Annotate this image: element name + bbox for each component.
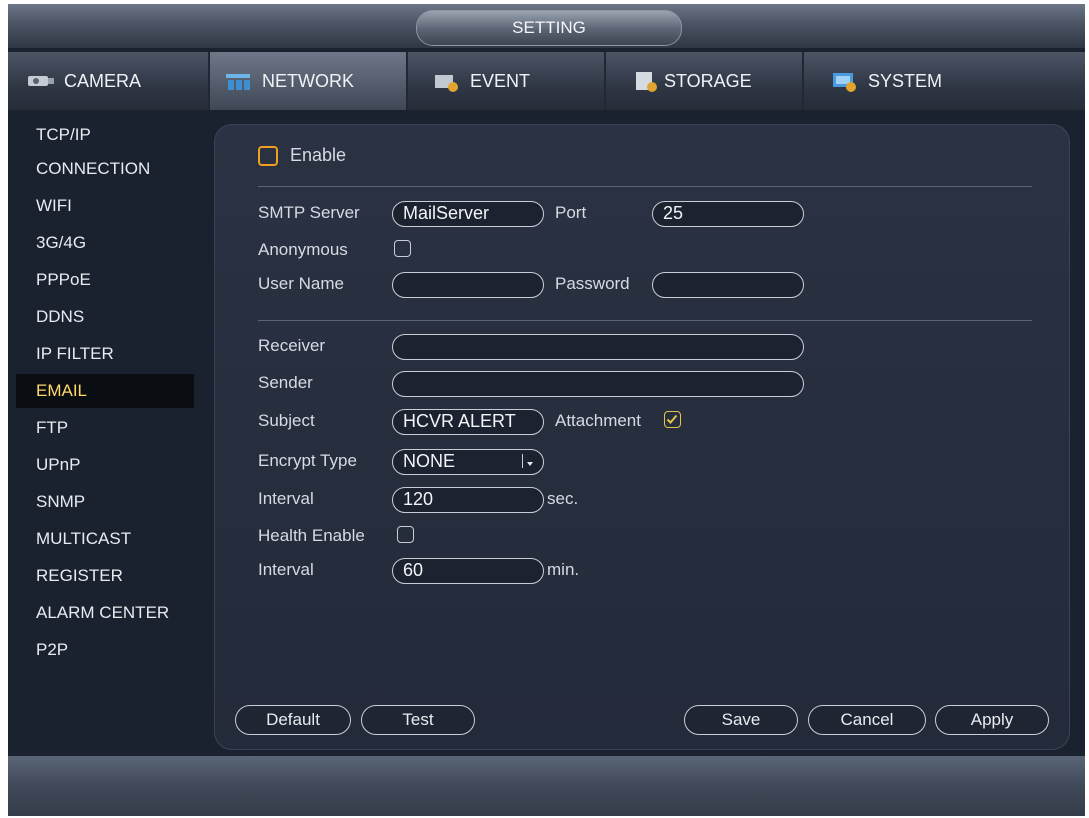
encrypt-type-label: Encrypt Type [258,451,357,470]
port-field[interactable]: 25 [652,201,804,227]
tab-network-label: NETWORK [262,70,354,91]
smtp-server-label: SMTP Server [258,203,360,222]
network-icon [224,68,254,94]
sidebar-item-3g4g[interactable]: 3G/4G [16,226,194,260]
interval-unit: sec. [547,489,579,508]
username-label: User Name [258,274,344,293]
attachment-label: Attachment [555,411,641,430]
sender-label: Sender [258,373,313,392]
sidebar-item-ftp[interactable]: FTP [16,411,194,445]
enable-label: Enable [290,145,347,165]
status-bar [8,756,1085,816]
tab-storage-label: STORAGE [664,70,752,91]
attachment-checkbox[interactable] [664,411,681,428]
tab-camera-label: CAMERA [64,70,142,91]
tab-camera[interactable]: CAMERA [26,52,206,110]
receiver-label: Receiver [258,336,326,355]
sidebar: TCP/IP CONNECTION WIFI 3G/4G PPPoE DDNS … [16,116,200,756]
apply-button[interactable]: Apply [935,705,1049,735]
sidebar-item-multicast[interactable]: MULTICAST [16,522,194,556]
interval-field[interactable]: 120 [392,487,544,513]
sidebar-item-tcpip[interactable]: TCP/IP [16,118,194,152]
checkmark-icon [666,414,678,424]
subject-field[interactable]: HCVR ALERT [392,409,544,435]
sidebar-item-upnp[interactable]: UPnP [16,448,194,482]
camera-icon [26,68,56,94]
anonymous-checkbox[interactable] [394,240,411,257]
test-button[interactable]: Test [361,705,475,735]
password-label: Password [555,274,630,293]
tab-system-label: SYSTEM [868,70,943,91]
tab-event-label: EVENT [470,70,531,91]
sidebar-item-p2p[interactable]: P2P [16,633,194,667]
dropdown-arrow-icon [522,454,537,468]
sidebar-item-alarm-center[interactable]: ALARM CENTER [16,596,194,630]
sidebar-item-register[interactable]: REGISTER [16,559,194,593]
tab-network[interactable]: NETWORK [210,52,406,110]
receiver-field[interactable] [392,334,804,360]
encrypt-type-value: NONE [403,451,456,471]
window-title: SETTING [416,10,682,46]
storage-icon [632,68,662,94]
password-field[interactable] [652,272,804,298]
tab-storage[interactable]: STORAGE [606,52,802,110]
anonymous-label: Anonymous [258,240,348,259]
enable-checkbox[interactable] [258,146,278,166]
interval-label: Interval [258,489,314,508]
sidebar-item-wifi[interactable]: WIFI [16,189,194,223]
health-enable-label: Health Enable [258,526,365,545]
smtp-server-field[interactable]: MailServer [392,201,544,227]
default-button[interactable]: Default [235,705,351,735]
sender-field[interactable] [392,371,804,397]
sidebar-item-ddns[interactable]: DDNS [16,300,194,334]
cancel-button[interactable]: Cancel [808,705,926,735]
health-interval-field[interactable]: 60 [392,558,544,584]
tab-event[interactable]: EVENT [408,52,604,110]
save-button[interactable]: Save [684,705,798,735]
tab-system[interactable]: SYSTEM [804,52,1000,110]
health-interval-unit: min. [547,560,580,579]
subject-label: Subject [258,411,315,430]
sidebar-item-snmp[interactable]: SNMP [16,485,194,519]
username-field[interactable] [392,272,544,298]
sidebar-item-connection[interactable]: CONNECTION [16,152,194,186]
sidebar-item-ip-filter[interactable]: IP FILTER [16,337,194,371]
sidebar-item-pppoe[interactable]: PPPoE [16,263,194,297]
event-icon [432,68,462,94]
health-enable-checkbox[interactable] [397,526,414,543]
divider [258,186,1032,187]
encrypt-type-select[interactable]: NONE [392,449,544,475]
system-icon [830,68,860,94]
divider [258,320,1032,321]
health-interval-label: Interval [258,560,314,579]
sidebar-item-email[interactable]: EMAIL [16,374,194,408]
port-label: Port [555,203,587,222]
